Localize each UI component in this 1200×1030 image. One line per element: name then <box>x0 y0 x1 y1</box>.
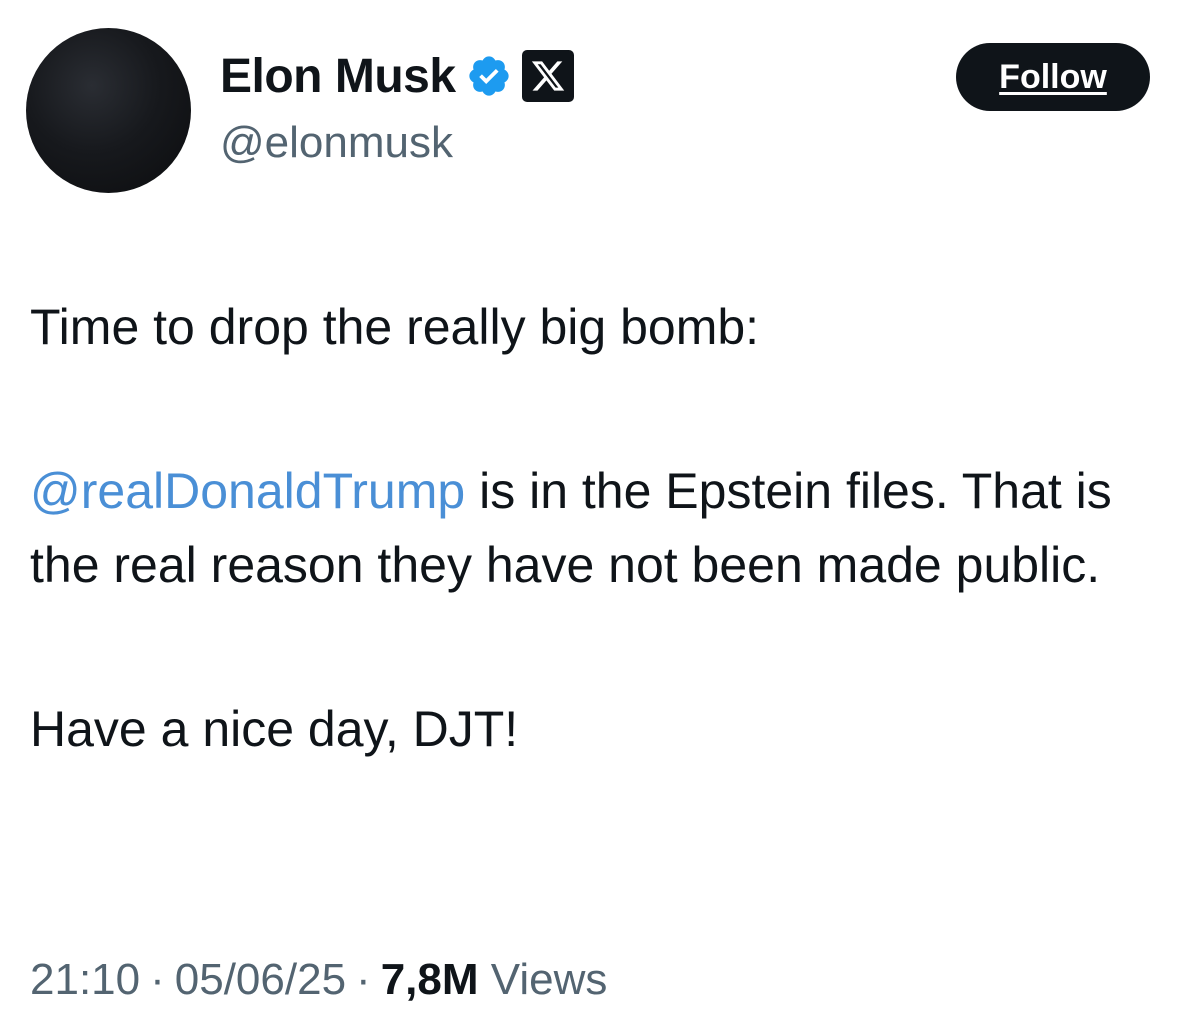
x-logo-icon[interactable] <box>521 50 574 102</box>
tweet-line-3: Have a nice day, DJT! <box>30 701 519 757</box>
meta-separator: · <box>150 955 165 1004</box>
tweet-text: Time to drop the really big bomb: @realD… <box>30 290 1170 766</box>
views-count[interactable]: 7,8M <box>381 955 479 1004</box>
meta-separator: · <box>356 955 371 1004</box>
tweet-meta: 21:10 · 05/06/25 · 7,8M Views <box>30 955 607 1005</box>
author-display-name[interactable]: Elon Musk <box>220 49 456 104</box>
views-label: Views <box>490 955 608 1004</box>
tweet-card: Elon Musk @elonmusk Follow Time to drop … <box>0 0 1200 1030</box>
mention-link[interactable]: @realDonaldTrump <box>30 463 465 519</box>
tweet-line-2: @realDonaldTrump is in the Epstein files… <box>30 454 1170 602</box>
avatar[interactable] <box>26 28 191 193</box>
tweet-line-1: Time to drop the really big bomb: <box>30 299 760 355</box>
tweet-time[interactable]: 21:10 <box>30 955 140 1004</box>
author-handle[interactable]: @elonmusk <box>220 118 453 168</box>
author-name-row: Elon Musk <box>220 46 574 106</box>
tweet-date[interactable]: 05/06/25 <box>175 955 346 1004</box>
verified-badge-icon[interactable] <box>466 53 512 99</box>
follow-button[interactable]: Follow <box>956 43 1150 111</box>
